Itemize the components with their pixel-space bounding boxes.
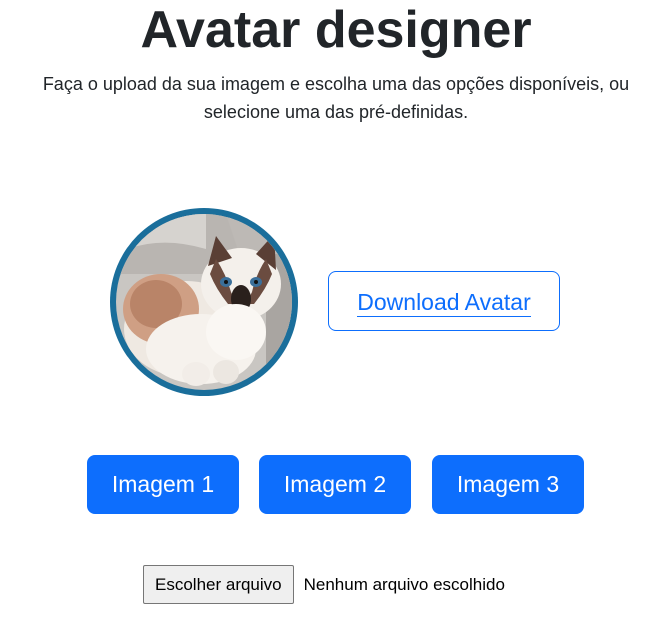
download-avatar-button[interactable]: Download Avatar	[328, 271, 560, 331]
file-upload: Escolher arquivo Nenhum arquivo escolhid…	[143, 565, 505, 604]
avatar-ring	[110, 208, 298, 396]
cat-photo-icon	[116, 214, 292, 390]
avatar-image	[116, 214, 292, 390]
preset-image-2-button[interactable]: Imagem 2	[259, 455, 411, 514]
preset-image-1-button[interactable]: Imagem 1	[87, 455, 239, 514]
page-subtitle: Faça o upload da sua imagem e escolha um…	[42, 74, 630, 122]
page-title: Avatar designer	[140, 1, 532, 59]
download-avatar-label: Download Avatar	[357, 289, 531, 317]
file-status-text: Nenhum arquivo escolhido	[303, 574, 505, 594]
preset-image-3-button[interactable]: Imagem 3	[432, 455, 584, 514]
avatar-designer-page: Avatar designer Faça o upload da sua ima…	[0, 0, 672, 619]
choose-file-button[interactable]: Escolher arquivo	[143, 565, 294, 604]
